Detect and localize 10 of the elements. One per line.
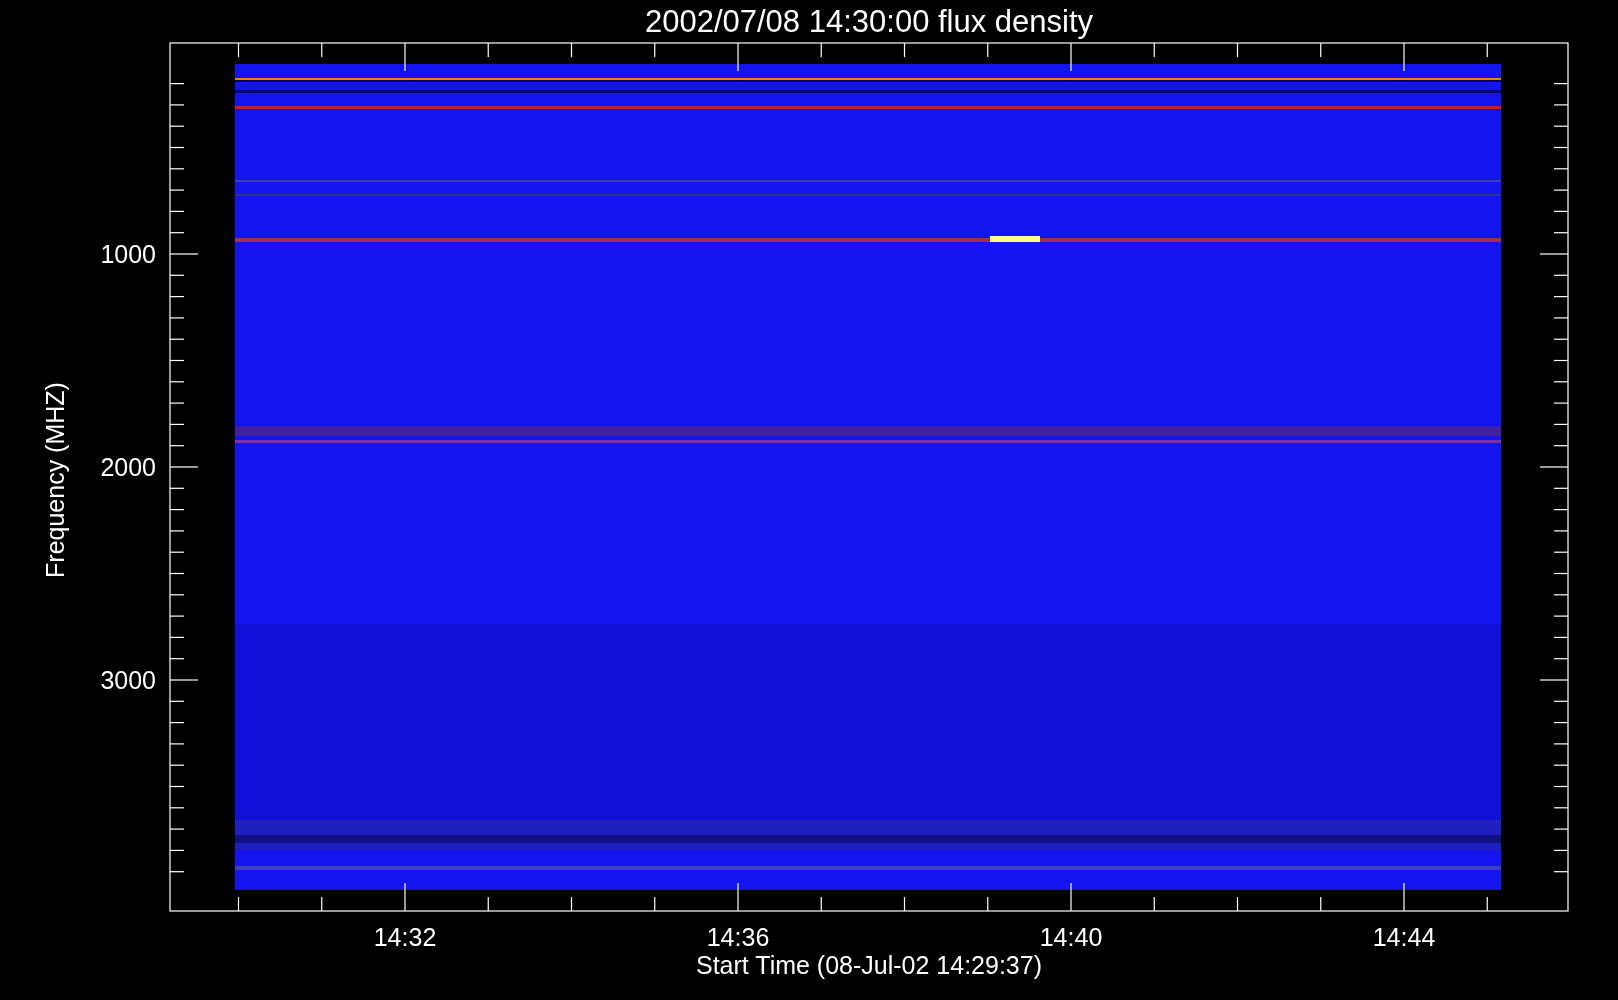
y-tick-label: 2000 [100,453,156,481]
x-tick-label: 14:44 [1372,923,1436,951]
x-tick-label: 14:40 [1039,923,1103,951]
y-tick-label: 1000 [100,240,156,268]
plot-title: 2002/07/08 14:30:00 flux density [644,4,1094,39]
y-axis-title: Frequency (MHZ) [41,382,69,578]
x-axis-title: Start Time (08-Jul-02 14:29:37) [696,951,1042,979]
y-tick-label: 3000 [100,666,156,694]
x-tick-label: 14:32 [373,923,437,951]
x-tick-label: 14:36 [706,923,770,951]
